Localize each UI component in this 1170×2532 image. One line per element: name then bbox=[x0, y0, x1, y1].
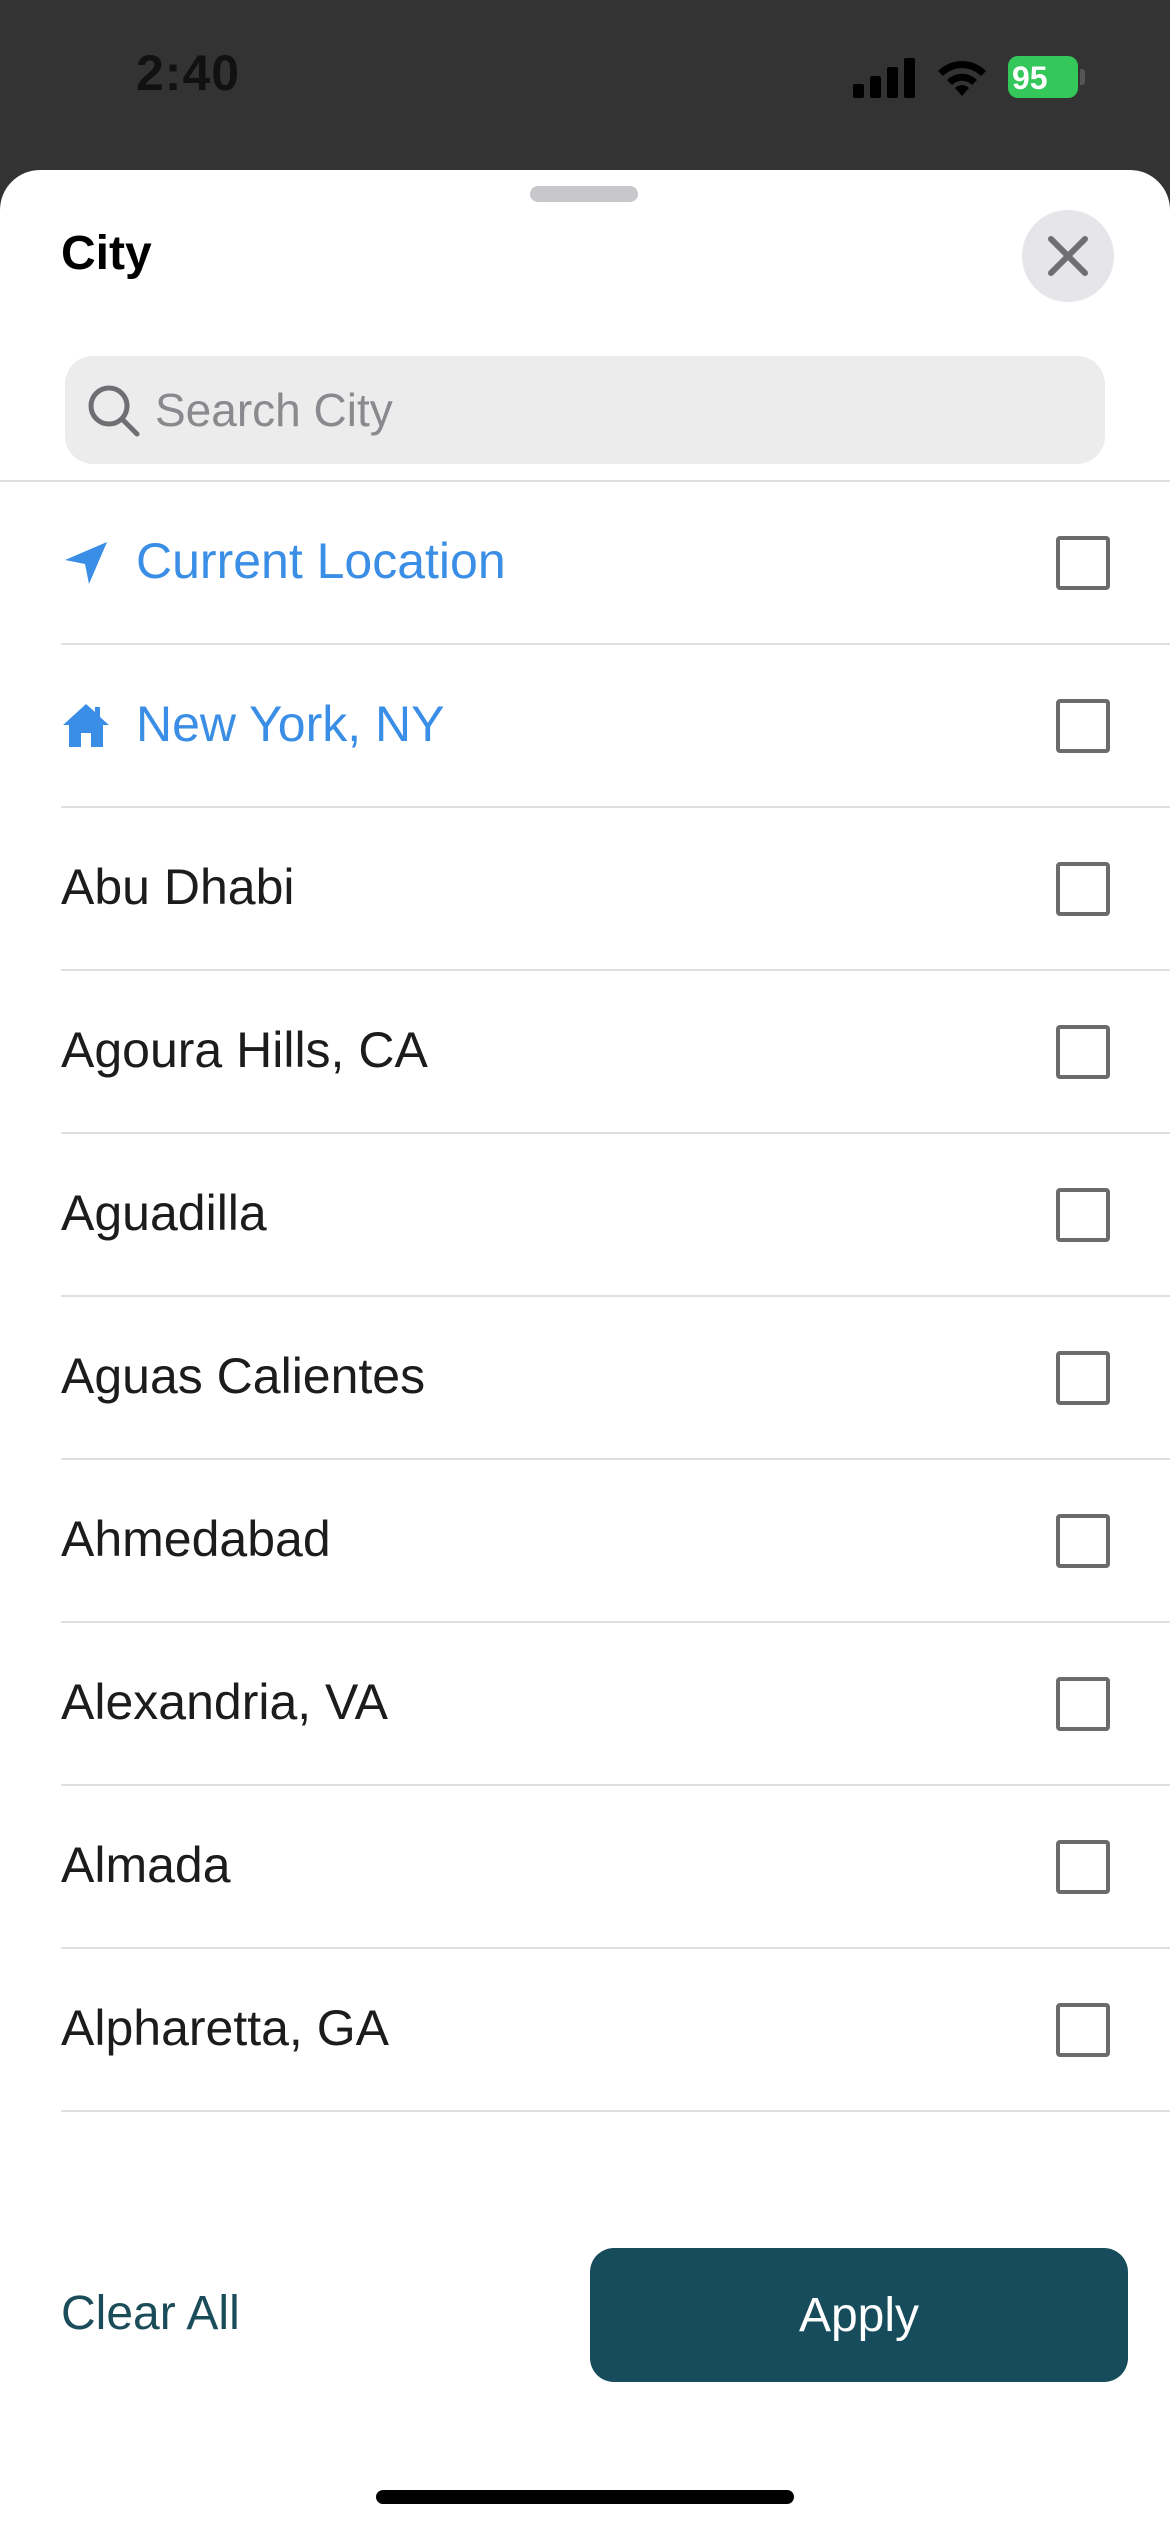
checkbox[interactable] bbox=[1056, 1840, 1110, 1894]
list-item[interactable]: Alexandria, VA bbox=[0, 1623, 1170, 1786]
apply-button[interactable]: Apply bbox=[590, 2248, 1128, 2382]
battery-level: 95 bbox=[1012, 60, 1048, 96]
wifi-icon bbox=[938, 61, 986, 96]
clear-all-button[interactable]: Clear All bbox=[61, 2286, 240, 2341]
list-item[interactable]: Aguas Calientes bbox=[0, 1297, 1170, 1460]
status-time: 2:40 bbox=[136, 45, 241, 101]
list-item-label: Alpharetta, GA bbox=[61, 2000, 389, 2056]
checkbox[interactable] bbox=[1056, 1677, 1110, 1731]
list-item-label: New York, NY bbox=[136, 696, 445, 752]
location-arrow-icon bbox=[65, 542, 107, 584]
footer-bar: Clear All Apply bbox=[0, 2184, 1170, 2532]
checkbox[interactable] bbox=[1056, 699, 1110, 753]
sheet-grabber[interactable] bbox=[530, 186, 638, 202]
home-indicator bbox=[376, 2490, 794, 2504]
signal-icon bbox=[853, 58, 915, 98]
list-item[interactable]: Agoura Hills, CA bbox=[0, 971, 1170, 1134]
close-button[interactable] bbox=[1022, 210, 1114, 302]
checkbox[interactable] bbox=[1056, 536, 1110, 590]
close-icon bbox=[1048, 236, 1088, 276]
list-item-label: Almada bbox=[61, 1837, 231, 1893]
checkbox[interactable] bbox=[1056, 1514, 1110, 1568]
checkbox[interactable] bbox=[1056, 2003, 1110, 2057]
list-item[interactable]: Aguadilla bbox=[0, 1134, 1170, 1297]
list-item[interactable]: Ahmedabad bbox=[0, 1460, 1170, 1623]
battery-cap bbox=[1080, 69, 1085, 85]
home-icon bbox=[63, 704, 109, 747]
search-input[interactable] bbox=[155, 376, 1055, 444]
status-bar: 2:40 95 bbox=[0, 0, 1170, 170]
checkbox[interactable] bbox=[1056, 862, 1110, 916]
list-item[interactable]: Abu Dhabi bbox=[0, 808, 1170, 971]
list-item-label: Aguadilla bbox=[61, 1185, 267, 1241]
checkbox[interactable] bbox=[1056, 1188, 1110, 1242]
search-field[interactable] bbox=[65, 356, 1105, 464]
checkbox[interactable] bbox=[1056, 1351, 1110, 1405]
list-item-home-city[interactable]: New York, NY bbox=[0, 645, 1170, 808]
list-item[interactable]: Alpharetta, GA bbox=[0, 1949, 1170, 2112]
battery-charging-icon: 95 bbox=[1008, 56, 1085, 98]
city-list[interactable]: Current Location New York, NY Abu Dhabi … bbox=[0, 482, 1170, 2184]
list-item-label: Alexandria, VA bbox=[61, 1674, 389, 1730]
search-icon bbox=[88, 385, 140, 437]
list-item[interactable]: Almada bbox=[0, 1786, 1170, 1949]
list-item-label: Aguas Calientes bbox=[61, 1348, 426, 1404]
checkbox[interactable] bbox=[1056, 1025, 1110, 1079]
list-item-label: Agoura Hills, CA bbox=[61, 1022, 428, 1078]
list-item-label: Abu Dhabi bbox=[61, 859, 295, 915]
list-item-label: Current Location bbox=[136, 533, 506, 589]
list-item-current-location[interactable]: Current Location bbox=[0, 482, 1170, 645]
list-item-label: Ahmedabad bbox=[61, 1511, 331, 1567]
sheet-title: City bbox=[61, 227, 152, 280]
